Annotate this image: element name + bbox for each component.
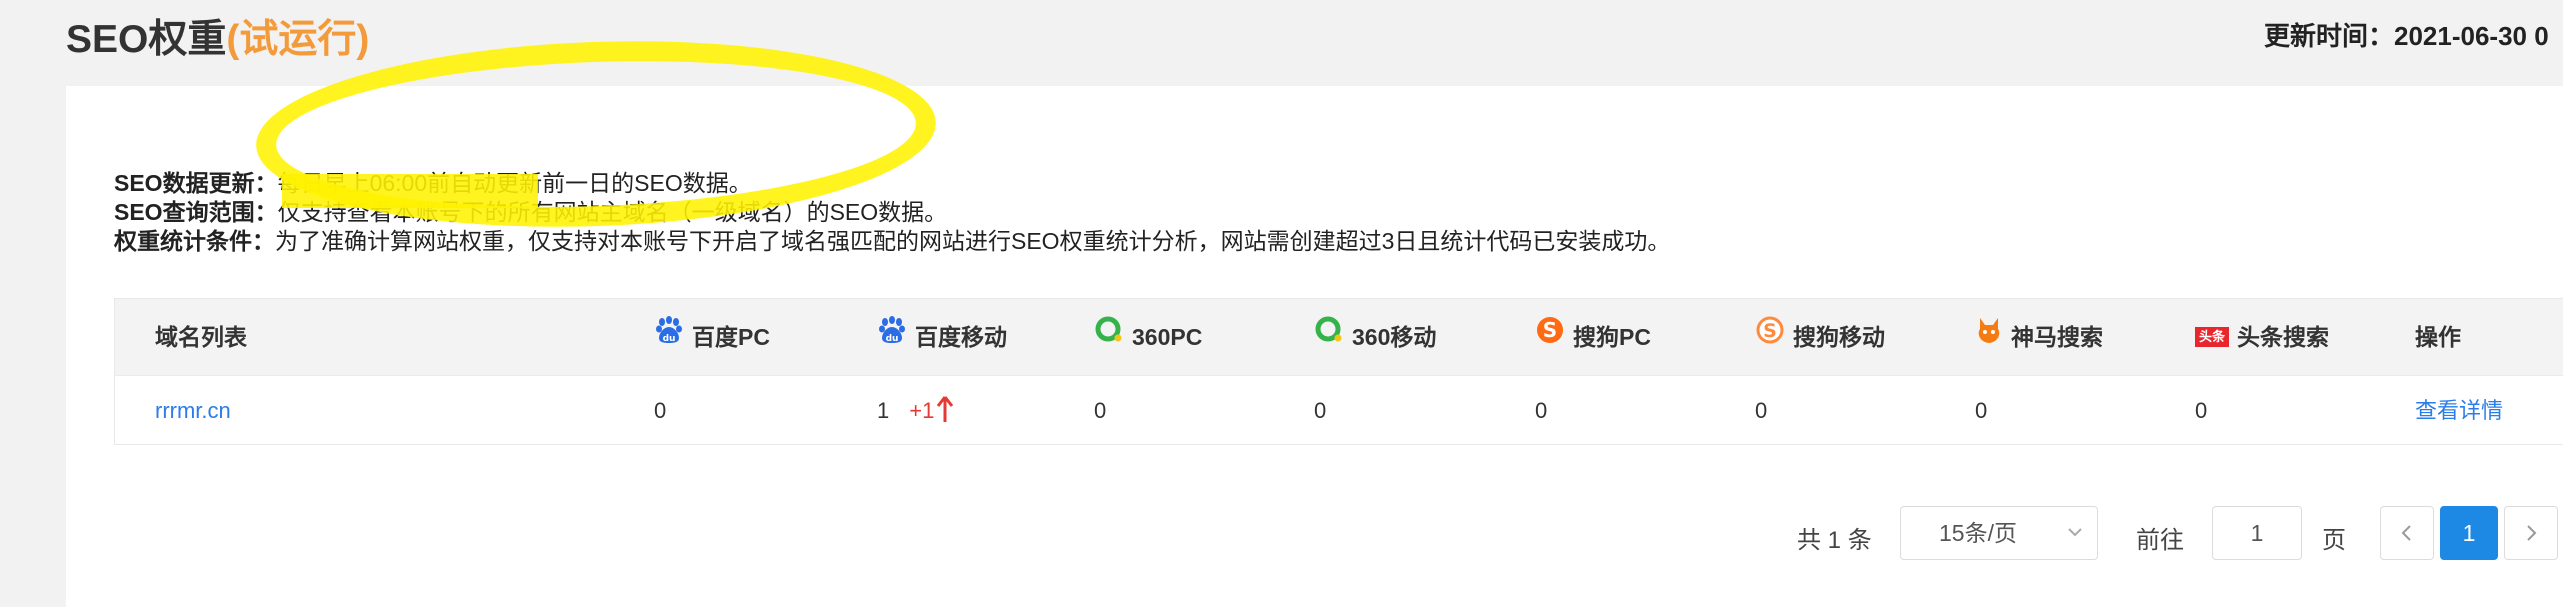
page-size-select[interactable]: 15条/页 [1900, 506, 2098, 560]
rank-change: +1 [909, 398, 935, 423]
prev-page-button[interactable] [2380, 506, 2434, 560]
total-suffix: 条 [1847, 527, 1872, 554]
col-360-pc-label: 360PC [1132, 324, 1203, 350]
col-sogou-mobile-label: 搜狗移动 [1793, 324, 1885, 350]
col-shenma-label: 神马搜索 [2011, 324, 2103, 350]
page-button-current[interactable]: 1 [2440, 506, 2498, 560]
trial-badge: (试运行) [226, 18, 370, 61]
table-header: 域名列表 du 百度PC du 百度移动 360PC 360移动 S 搜狗PC … [115, 299, 2563, 375]
sogou-icon: S [1535, 299, 1565, 375]
update-time: 更新时间：2021-06-30 0 [2264, 16, 2549, 53]
baidu-paw-icon: du [654, 299, 684, 375]
total-prefix: 共 [1797, 527, 1821, 554]
cell-360-mobile: 0 [1314, 398, 1327, 423]
360-search-icon [1314, 299, 1344, 375]
col-baidu-mobile-label: 百度移动 [915, 324, 1007, 350]
col-360-mobile: 360移动 [1314, 299, 1436, 375]
col-sogou-pc-label: 搜狗PC [1573, 324, 1651, 350]
info-line-condition: 权重统计条件：为了准确计算网站权重，仅支持对本账号下开启了域名强匹配的网站进行S… [114, 222, 1670, 256]
cell-sogou-mobile: 0 [1755, 398, 1768, 423]
chevron-right-icon [2505, 525, 2557, 564]
svg-text:S: S [1763, 320, 1777, 342]
col-toutiao-label: 头条搜索 [2237, 324, 2330, 350]
highlight-annotation-stroke [282, 174, 538, 208]
col-baidu-mobile: du 百度移动 [877, 299, 1007, 375]
col-360-pc: 360PC [1094, 299, 1202, 375]
table-row: rrrmr.cn 0 1 +1 0 0 0 0 0 0 查看详情 [115, 375, 2563, 445]
col-360-mobile-label: 360移动 [1352, 324, 1437, 350]
cell-baidu-mobile-value: 1 [877, 398, 890, 423]
cell-baidu-mobile: 1 +1 [877, 376, 954, 445]
view-details-link[interactable]: 查看详情 [2415, 376, 2503, 445]
update-time-value: 2021-06-30 0 [2394, 21, 2549, 51]
sogou-icon: S [1755, 299, 1785, 375]
page-title-text: SEO权重 [66, 18, 227, 61]
col-baidu-pc: du 百度PC [654, 299, 770, 375]
col-shenma: 神马搜索 [1975, 299, 2103, 375]
page-title: SEO权重(试运行) [66, 8, 369, 64]
cell-baidu-pc: 0 [654, 398, 667, 423]
next-page-button[interactable] [2504, 506, 2558, 560]
360-search-icon [1094, 299, 1124, 375]
page-size-value: 15条/页 [1939, 520, 2017, 546]
chevron-left-icon [2381, 525, 2433, 564]
svg-text:du: du [663, 334, 676, 344]
col-toutiao: 头条 头条搜索 [2195, 299, 2329, 375]
shenma-icon [1975, 299, 2003, 375]
info-label: 权重统计条件： [114, 228, 275, 254]
cell-shenma: 0 [1975, 398, 1988, 423]
toutiao-icon: 头条 [2195, 327, 2230, 347]
seo-table: 域名列表 du 百度PC du 百度移动 360PC 360移动 S 搜狗PC … [114, 298, 2563, 445]
chevron-down-icon [2067, 507, 2083, 577]
col-sogou-mobile: S 搜狗移动 [1755, 299, 1885, 375]
goto-suffix: 页 [2322, 527, 2346, 554]
update-time-label: 更新时间： [2264, 21, 2395, 51]
total-count: 1 [1827, 527, 1842, 554]
domain-link[interactable]: rrrmr.cn [155, 376, 231, 445]
col-domain: 域名列表 [155, 299, 247, 375]
content-panel: SEO数据更新：每日早上06:00前自动更新前一日的SEO数据。 SEO查询范围… [66, 30, 2563, 607]
col-sogou-pc: S 搜狗PC [1535, 299, 1651, 375]
col-action-label: 操作 [2415, 324, 2461, 350]
col-domain-label: 域名列表 [155, 324, 247, 350]
pagination-total: 共 1 条 [1797, 520, 1872, 555]
col-action: 操作 [2415, 299, 2461, 375]
baidu-paw-icon: du [877, 299, 907, 375]
arrow-up-icon [936, 396, 954, 423]
cell-toutiao: 0 [2195, 398, 2208, 423]
goto-page-input[interactable]: 1 [2212, 506, 2302, 560]
col-baidu-pc-label: 百度PC [692, 324, 770, 350]
goto-label: 前往 [2136, 527, 2184, 554]
cell-sogou-pc: 0 [1535, 398, 1548, 423]
svg-text:du: du [886, 334, 899, 344]
info-text: 为了准确计算网站权重，仅支持对本账号下开启了域名强匹配的网站进行SEO权重统计分… [275, 228, 1671, 254]
svg-text:S: S [1543, 318, 1557, 342]
cell-360-pc: 0 [1094, 398, 1107, 423]
